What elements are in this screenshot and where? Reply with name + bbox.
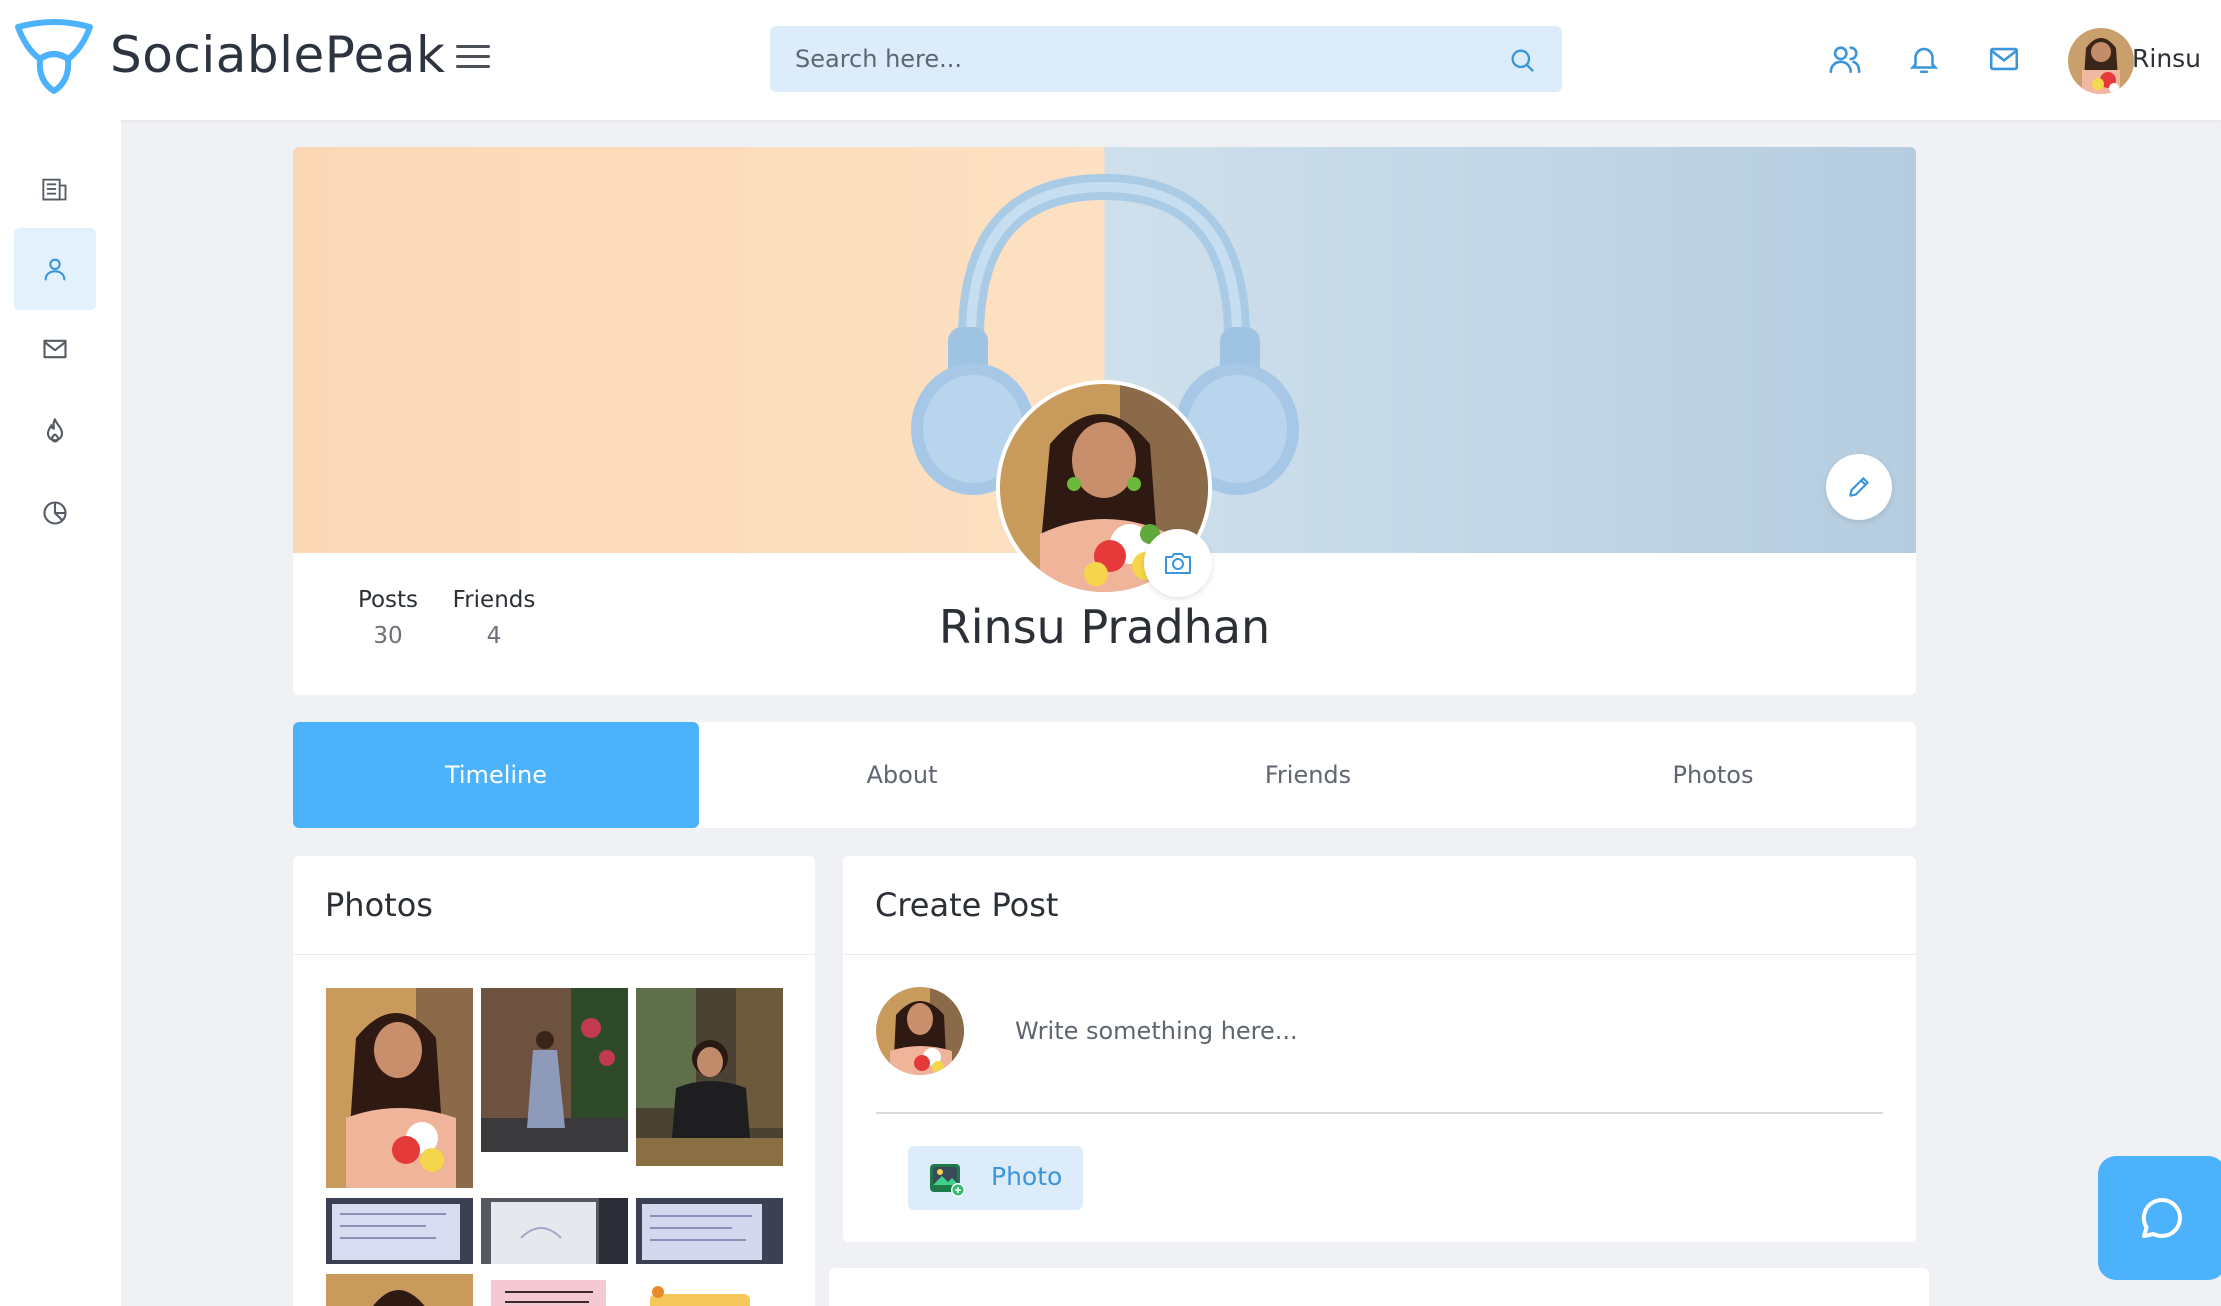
search-input[interactable] xyxy=(770,26,1490,92)
sociablepeak-logo-icon[interactable] xyxy=(12,19,96,97)
sidebar-item-newsfeed[interactable] xyxy=(14,148,96,230)
photo-thumbnail[interactable] xyxy=(636,988,783,1166)
add-photo-label: Photo xyxy=(991,1162,1063,1191)
chat-bubble-icon xyxy=(2141,1197,2182,1238)
search-icon[interactable] xyxy=(1508,46,1536,74)
add-photo-button[interactable]: Photo xyxy=(908,1146,1083,1210)
photos-card: Photos xyxy=(293,856,815,1306)
divider xyxy=(293,954,815,955)
sidebar-item-profile[interactable] xyxy=(14,228,96,310)
mail-icon[interactable] xyxy=(1987,42,2021,76)
stat-label: Friends xyxy=(452,587,536,613)
photo-thumbnail[interactable] xyxy=(636,1198,783,1264)
post-input-underline xyxy=(876,1112,1883,1114)
divider xyxy=(843,954,1916,955)
next-post-card xyxy=(829,1268,1929,1306)
photo-thumbnail[interactable] xyxy=(326,1198,473,1264)
stat-label: Posts xyxy=(357,587,419,613)
mail-icon xyxy=(43,339,67,359)
image-add-icon xyxy=(930,1164,965,1197)
top-bar: SociablePeak Rinsu xyxy=(0,0,2221,120)
stat-posts: Posts 30 xyxy=(352,587,424,649)
fire-icon xyxy=(46,418,64,443)
tab-timeline[interactable]: Timeline xyxy=(293,722,699,828)
photo-thumbnail[interactable] xyxy=(636,1274,783,1306)
sidebar-item-messages[interactable] xyxy=(14,308,96,390)
stat-value: 4 xyxy=(486,623,502,649)
photo-thumbnail[interactable] xyxy=(481,1274,628,1306)
user-avatar[interactable] xyxy=(2068,28,2134,94)
change-photo-button[interactable] xyxy=(1144,529,1212,597)
edit-cover-button[interactable] xyxy=(1826,454,1892,520)
menu-toggle-icon[interactable] xyxy=(456,40,490,78)
brand-name[interactable]: SociablePeak xyxy=(110,26,445,84)
photo-thumbnail[interactable] xyxy=(481,988,628,1152)
search-bar xyxy=(770,26,1562,92)
camera-icon xyxy=(1165,553,1191,574)
chart-icon xyxy=(43,501,67,525)
stat-value: 30 xyxy=(373,623,403,649)
sidebar-item-trending[interactable] xyxy=(14,390,96,472)
sidebar xyxy=(0,120,121,1306)
news-icon xyxy=(42,178,67,201)
photo-thumbnail[interactable] xyxy=(326,1274,473,1306)
stat-friends: Friends 4 xyxy=(448,587,540,649)
photo-thumbnail[interactable] xyxy=(326,988,473,1188)
user-name[interactable]: Rinsu xyxy=(2132,44,2201,73)
profile-icon xyxy=(44,258,66,281)
sidebar-item-analytics[interactable] xyxy=(14,472,96,554)
pencil-icon xyxy=(1849,477,1869,497)
create-post-card: Create Post Photo xyxy=(843,856,1916,1242)
profile-name: Rinsu Pradhan xyxy=(938,600,1271,654)
photos-card-title: Photos xyxy=(325,886,433,924)
photo-thumbnail[interactable] xyxy=(481,1198,628,1264)
profile-tabs: Timeline About Friends Photos xyxy=(293,722,1916,828)
friends-icon[interactable] xyxy=(1828,42,1862,76)
create-post-title: Create Post xyxy=(875,886,1059,924)
tab-photos[interactable]: Photos xyxy=(1510,722,1916,828)
bell-icon[interactable] xyxy=(1907,42,1941,76)
post-avatar xyxy=(876,987,964,1075)
chat-button[interactable] xyxy=(2098,1156,2221,1280)
tab-friends[interactable]: Friends xyxy=(1105,722,1511,828)
tab-about[interactable]: About xyxy=(699,722,1105,828)
post-text-input[interactable] xyxy=(1015,1001,1875,1061)
